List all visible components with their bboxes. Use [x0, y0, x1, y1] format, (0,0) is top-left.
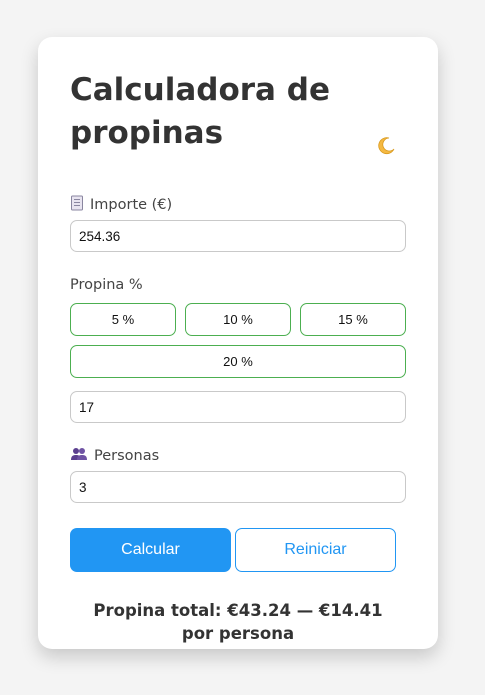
amount-label-row: Importe (€): [70, 195, 406, 215]
tip-label-row: Propina %: [70, 275, 406, 295]
crescent-moon-icon[interactable]: [376, 136, 396, 156]
tip-preset-20-button[interactable]: 20 %: [70, 345, 406, 378]
tip-label: Propina %: [70, 277, 143, 293]
people-label-row: Personas: [70, 446, 406, 466]
amount-value: 254.36: [79, 228, 121, 244]
result-text: Propina total: €43.24 — €14.41 por perso…: [93, 601, 383, 643]
tip-preset-10-button[interactable]: 10 %: [185, 303, 291, 336]
receipt-icon: [70, 195, 84, 215]
header: Calculadora de propinas: [70, 69, 406, 195]
page-title: Calculadora de propinas: [70, 72, 330, 151]
amount-label: Importe (€): [90, 197, 173, 213]
reset-button[interactable]: Reiniciar: [235, 528, 396, 572]
people-icon: [70, 447, 88, 465]
amount-input[interactable]: 254.36: [70, 220, 406, 252]
people-label: Personas: [94, 448, 160, 464]
calculate-button[interactable]: Calcular: [70, 528, 231, 572]
custom-tip-input[interactable]: 17: [70, 391, 406, 423]
tip-calculator-card: Calculadora de propinas Importe (€) 254.…: [38, 37, 438, 649]
custom-tip-value: 17: [79, 399, 95, 415]
tip-preset-5-button[interactable]: 5 %: [70, 303, 176, 336]
tip-preset-15-button[interactable]: 15 %: [300, 303, 406, 336]
people-value: 3: [79, 479, 87, 495]
action-buttons: Calcular Reiniciar: [70, 528, 406, 572]
tip-preset-grid: 5 % 10 % 15 % 20 %: [70, 303, 406, 378]
people-input[interactable]: 3: [70, 471, 406, 503]
